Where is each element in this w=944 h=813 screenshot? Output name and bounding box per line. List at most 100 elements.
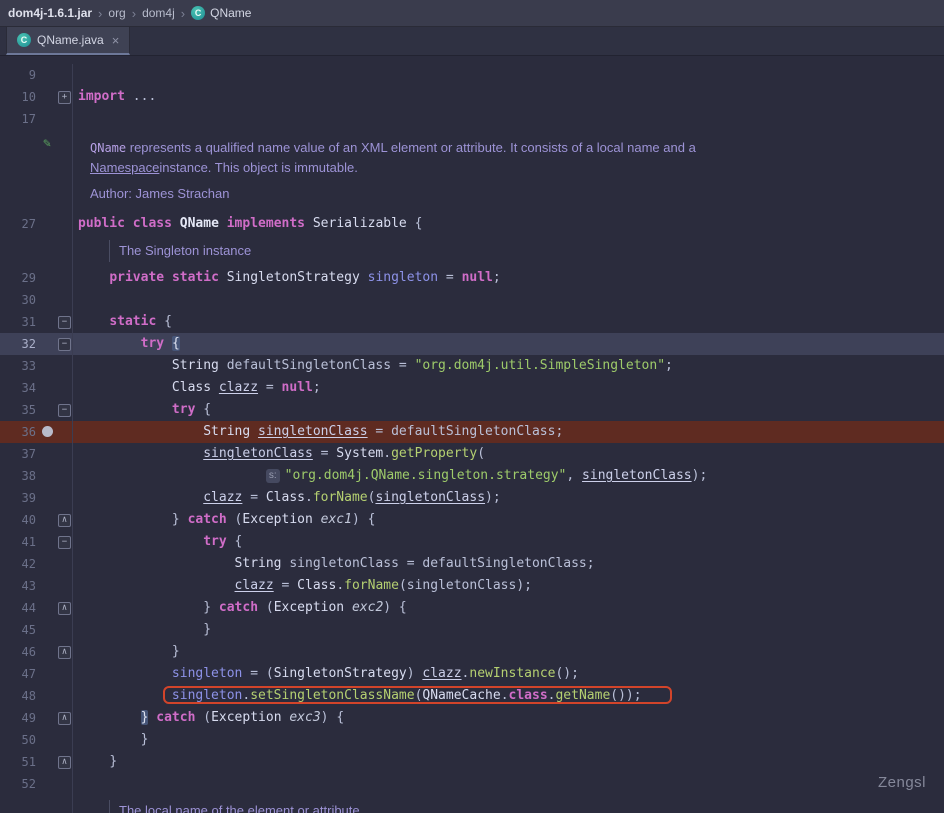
doc-link[interactable]: Namespace	[90, 160, 159, 175]
line-number[interactable]: 52	[0, 773, 36, 795]
code-text[interactable]	[73, 773, 944, 795]
code-text[interactable]: }	[73, 619, 944, 641]
fold-minus-icon[interactable]: −	[58, 338, 71, 351]
line-number[interactable]: 43	[0, 575, 36, 597]
gutter[interactable]: 43	[0, 575, 73, 597]
code-line-51[interactable]: 51 ∧ }	[0, 751, 944, 773]
fold-end-icon[interactable]: ∧	[58, 756, 71, 769]
code-text[interactable]: try {	[73, 399, 944, 421]
code-text[interactable]: String singletonClass = defaultSingleton…	[73, 553, 944, 575]
line-number[interactable]: 29	[0, 267, 36, 289]
code-line-47[interactable]: 47 singleton = (SingletonStrategy) clazz…	[0, 663, 944, 685]
line-number[interactable]: 42	[0, 553, 36, 575]
code-line-10[interactable]: 10+import ...	[0, 86, 944, 108]
code-text[interactable]: String defaultSingletonClass = "org.dom4…	[73, 355, 944, 377]
code-line-37[interactable]: 37 singletonClass = System.getProperty(	[0, 443, 944, 465]
code-text[interactable]: s:"org.dom4j.QName.singleton.strategy", …	[73, 465, 944, 487]
fold-plus-icon[interactable]: +	[58, 91, 71, 104]
code-text[interactable]: singletonClass = System.getProperty(	[73, 443, 944, 465]
line-number[interactable]	[0, 795, 36, 813]
line-number[interactable]: 51	[0, 751, 36, 773]
code-line-32[interactable]: 32− try {	[0, 333, 944, 355]
code-text[interactable]: } catch (Exception exc2) {	[73, 597, 944, 619]
code-text[interactable]: clazz = Class.forName(singletonClass);	[73, 487, 944, 509]
code-line-31[interactable]: 31− static {	[0, 311, 944, 333]
gutter[interactable]: 10+	[0, 86, 73, 108]
line-number[interactable]: 46	[0, 641, 36, 663]
code-text[interactable]: clazz = Class.forName(singletonClass);	[73, 575, 944, 597]
line-number[interactable]: 34	[0, 377, 36, 399]
code-line-39[interactable]: 39 clazz = Class.forName(singletonClass)…	[0, 487, 944, 509]
code-text[interactable]	[73, 108, 944, 130]
line-number[interactable]: 30	[0, 289, 36, 311]
gutter[interactable]	[0, 795, 73, 813]
line-number[interactable]	[0, 235, 36, 267]
line-number[interactable]: 47	[0, 663, 36, 685]
fold-minus-icon[interactable]: −	[58, 316, 71, 329]
code-text[interactable]	[73, 64, 944, 86]
code-text[interactable]: } catch (Exception exc1) {	[73, 509, 944, 531]
code-text[interactable]: try {	[73, 333, 944, 355]
code-text[interactable]: String singletonClass = defaultSingleton…	[73, 421, 944, 443]
doc-comment-row[interactable]: The Singleton instance	[0, 235, 944, 267]
code-line-38[interactable]: 38 s:"org.dom4j.QName.singleton.strategy…	[0, 465, 944, 487]
code-line-33[interactable]: 33 String defaultSingletonClass = "org.d…	[0, 355, 944, 377]
line-number[interactable]: 48	[0, 685, 36, 707]
gutter[interactable]: 39	[0, 487, 73, 509]
line-number[interactable]: 27	[0, 213, 36, 235]
gutter[interactable]: 29	[0, 267, 73, 289]
code-line-40[interactable]: 40∧ } catch (Exception exc1) {	[0, 509, 944, 531]
line-number[interactable]	[0, 130, 36, 213]
fold-end-icon[interactable]: ∧	[58, 602, 71, 615]
code-line-45[interactable]: 45 }	[0, 619, 944, 641]
gutter[interactable]: 40∧	[0, 509, 73, 531]
breadcrumb-org[interactable]: org	[104, 4, 129, 22]
gutter[interactable]: 9	[0, 64, 73, 86]
line-number[interactable]: 41	[0, 531, 36, 553]
gutter[interactable]: 32−	[0, 333, 73, 355]
code-text[interactable]: singleton = (SingletonStrategy) clazz.ne…	[73, 663, 944, 685]
gutter[interactable]: 52	[0, 773, 73, 795]
gutter[interactable]: 31 −	[0, 311, 73, 333]
gutter[interactable]: 37	[0, 443, 73, 465]
line-number[interactable]: 40	[0, 509, 36, 531]
gutter[interactable]: 17	[0, 108, 73, 130]
code-line-48[interactable]: 48 singleton.setSingletonClassName(QName…	[0, 685, 944, 707]
gutter[interactable]: ✎	[0, 130, 73, 213]
code-line-46[interactable]: 46∧ }	[0, 641, 944, 663]
doc-comment-row[interactable]: ✎QName represents a qualified name value…	[0, 130, 944, 213]
gutter[interactable]: 47	[0, 663, 73, 685]
code-text[interactable]: Class clazz = null;	[73, 377, 944, 399]
line-number[interactable]: 45	[0, 619, 36, 641]
code-line-29[interactable]: 29 private static SingletonStrategy sing…	[0, 267, 944, 289]
code-text[interactable]: import ...	[73, 86, 944, 108]
code-text[interactable]: singleton.setSingletonClassName(QNameCac…	[73, 685, 944, 707]
code-line-36[interactable]: 36 String singletonClass = defaultSingle…	[0, 421, 944, 443]
code-line-17[interactable]: 17	[0, 108, 944, 130]
gutter[interactable]: 49∧	[0, 707, 73, 729]
line-number[interactable]: 44	[0, 597, 36, 619]
doc-comment-row[interactable]: The local name of the element or attribu…	[0, 795, 944, 813]
line-number[interactable]: 31	[0, 311, 36, 333]
gutter[interactable]: 27	[0, 213, 73, 235]
gutter[interactable]: 33	[0, 355, 73, 377]
close-tab-icon[interactable]: ×	[112, 33, 120, 48]
code-line-42[interactable]: 42 String singletonClass = defaultSingle…	[0, 553, 944, 575]
breadcrumb-qname[interactable]: C QName	[187, 4, 255, 22]
fold-end-icon[interactable]: ∧	[58, 712, 71, 725]
gutter[interactable]: 48	[0, 685, 73, 707]
line-number[interactable]: 9	[0, 64, 36, 86]
code-line-41[interactable]: 41− try {	[0, 531, 944, 553]
code-text[interactable]: }	[73, 641, 944, 663]
line-number[interactable]: 35	[0, 399, 36, 421]
gutter[interactable]: 34	[0, 377, 73, 399]
gutter[interactable]: 45	[0, 619, 73, 641]
gutter[interactable]: 41−	[0, 531, 73, 553]
code-line-27[interactable]: 27public class QName implements Serializ…	[0, 213, 944, 235]
editor-lines[interactable]: 910+import ...17✎QName represents a qual…	[0, 56, 944, 813]
gutter[interactable]: 44 ∧	[0, 597, 73, 619]
code-line-35[interactable]: 35− try {	[0, 399, 944, 421]
code-line-44[interactable]: 44 ∧ } catch (Exception exc2) {	[0, 597, 944, 619]
code-text[interactable]: }	[73, 751, 944, 773]
gutter[interactable]: 42	[0, 553, 73, 575]
